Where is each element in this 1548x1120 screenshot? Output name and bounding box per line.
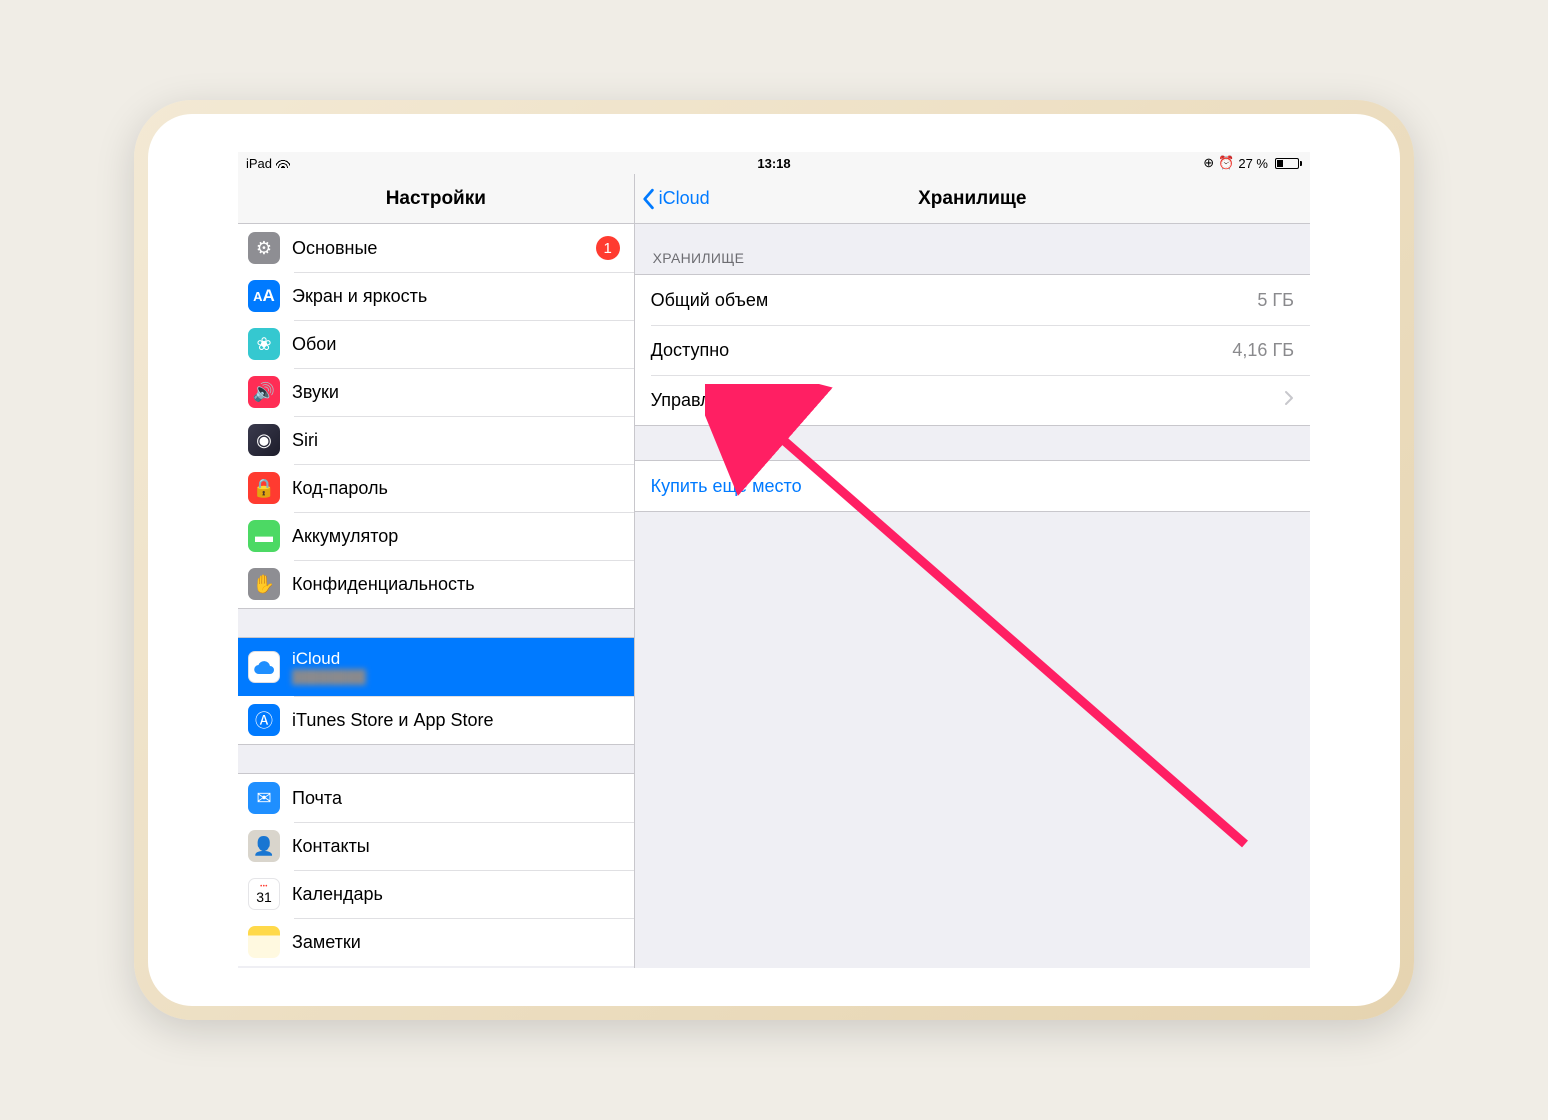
batt-icon: ▬ (248, 520, 280, 552)
sidebar-item-itunes[interactable]: ⒶiTunes Store и App Store (238, 696, 634, 744)
settings-sidebar: Настройки ⚙ Основные 1 AA Экран и яркость ❀ Об… (238, 174, 635, 968)
general-icon: ⚙ (248, 232, 280, 264)
sidebar-item-label: Код-пароль (292, 478, 388, 499)
sidebar-item-label: Обои (292, 334, 336, 355)
back-button[interactable]: iCloud (635, 188, 710, 210)
detail-header: iCloud Хранилище (635, 174, 1310, 224)
sidebar-item-label: Контакты (292, 836, 370, 857)
row-total-storage: Общий объем 5 ГБ (635, 275, 1310, 325)
sidebar-item-label: Почта (292, 788, 342, 809)
buy-more-label: Купить еще место (651, 476, 802, 497)
notes-icon (248, 926, 280, 958)
notification-badge: 1 (596, 236, 620, 260)
sidebar-item-notes[interactable]: Заметки (238, 918, 634, 966)
battery-percent: 27 % (1238, 156, 1268, 171)
sidebar-item-label: Звуки (292, 382, 339, 403)
sidebar-item-wall[interactable]: ❀ Обои (238, 320, 634, 368)
sidebar-item-mail[interactable]: ✉ Почта (238, 774, 634, 822)
sound-icon: 🔊 (248, 376, 280, 408)
screen-bezel: iPad 13:18 ⊕ ⏰ 27 % Настройки ⚙ Основные 1… (148, 114, 1400, 1006)
chevron-right-icon (1284, 390, 1294, 411)
row-buy-more-storage[interactable]: Купить еще место (635, 461, 1310, 511)
cloud-icon (248, 651, 280, 683)
sidebar-item-siri[interactable]: ◉ Siri (238, 416, 634, 464)
wall-icon: ❀ (248, 328, 280, 360)
sidebar-item-sound[interactable]: 🔊 Звуки (238, 368, 634, 416)
sidebar-item-priv[interactable]: ✋ Конфиденциальность (238, 560, 634, 608)
sidebar-item-cal[interactable]: •••31 Календарь (238, 870, 634, 918)
clock: 13:18 (757, 156, 790, 171)
sidebar-item-batt[interactable]: ▬ Аккумулятор (238, 512, 634, 560)
sidebar-title: Настройки (238, 174, 634, 224)
device-name: iPad (246, 156, 272, 171)
detail-pane: iCloud Хранилище ХРАНИЛИЩЕ Общий объем 5… (635, 174, 1310, 968)
sidebar-item-label: iTunes Store и App Store (292, 710, 494, 731)
sidebar-item-label: Siri (292, 430, 318, 451)
sidebar-item-lock[interactable]: 🔒 Код-пароль (238, 464, 634, 512)
sidebar-item-subtitle: ████████ (292, 669, 366, 684)
lock-icon: 🔒 (248, 472, 280, 504)
ipad-device-frame: iPad 13:18 ⊕ ⏰ 27 % Настройки ⚙ Основные 1… (134, 100, 1414, 1020)
screen: iPad 13:18 ⊕ ⏰ 27 % Настройки ⚙ Основные 1… (238, 152, 1310, 968)
sidebar-item-general[interactable]: ⚙ Основные 1 (238, 224, 634, 272)
itunes-icon: Ⓐ (248, 704, 280, 736)
manage-label: Управление (651, 390, 751, 411)
siri-icon: ◉ (248, 424, 280, 456)
sidebar-item-label: Календарь (292, 884, 383, 905)
orientation-lock-icon: ⊕ (1203, 155, 1214, 171)
row-available-storage: Доступно 4,16 ГБ (635, 325, 1310, 375)
sidebar-item-display[interactable]: AA Экран и яркость (238, 272, 634, 320)
battery-icon (1272, 158, 1302, 169)
wifi-icon (276, 156, 290, 171)
alarm-icon: ⏰ (1218, 155, 1234, 171)
cal-icon: •••31 (248, 878, 280, 910)
mail-icon: ✉ (248, 782, 280, 814)
row-manage-storage[interactable]: Управление (635, 375, 1310, 425)
sidebar-item-contacts[interactable]: 👤 Контакты (238, 822, 634, 870)
contacts-icon: 👤 (248, 830, 280, 862)
sidebar-item-label: Аккумулятор (292, 526, 398, 547)
sidebar-item-cloud[interactable]: iCloud████████ (238, 638, 634, 696)
chevron-left-icon (641, 188, 655, 210)
available-label: Доступно (651, 340, 730, 361)
priv-icon: ✋ (248, 568, 280, 600)
total-label: Общий объем (651, 290, 769, 311)
total-value: 5 ГБ (1257, 290, 1294, 311)
sidebar-item-label: Заметки (292, 932, 361, 953)
detail-title: Хранилище (918, 188, 1026, 210)
sidebar-item-label: Основные (292, 238, 377, 259)
status-bar: iPad 13:18 ⊕ ⏰ 27 % (238, 152, 1310, 174)
back-label: iCloud (659, 188, 710, 209)
sidebar-item-label: Конфиденциальность (292, 574, 475, 595)
section-header-storage: ХРАНИЛИЩЕ (635, 224, 1310, 274)
display-icon: AA (248, 280, 280, 312)
sidebar-item-label: iCloud (292, 650, 366, 669)
sidebar-item-label: Экран и яркость (292, 286, 427, 307)
available-value: 4,16 ГБ (1232, 340, 1294, 361)
